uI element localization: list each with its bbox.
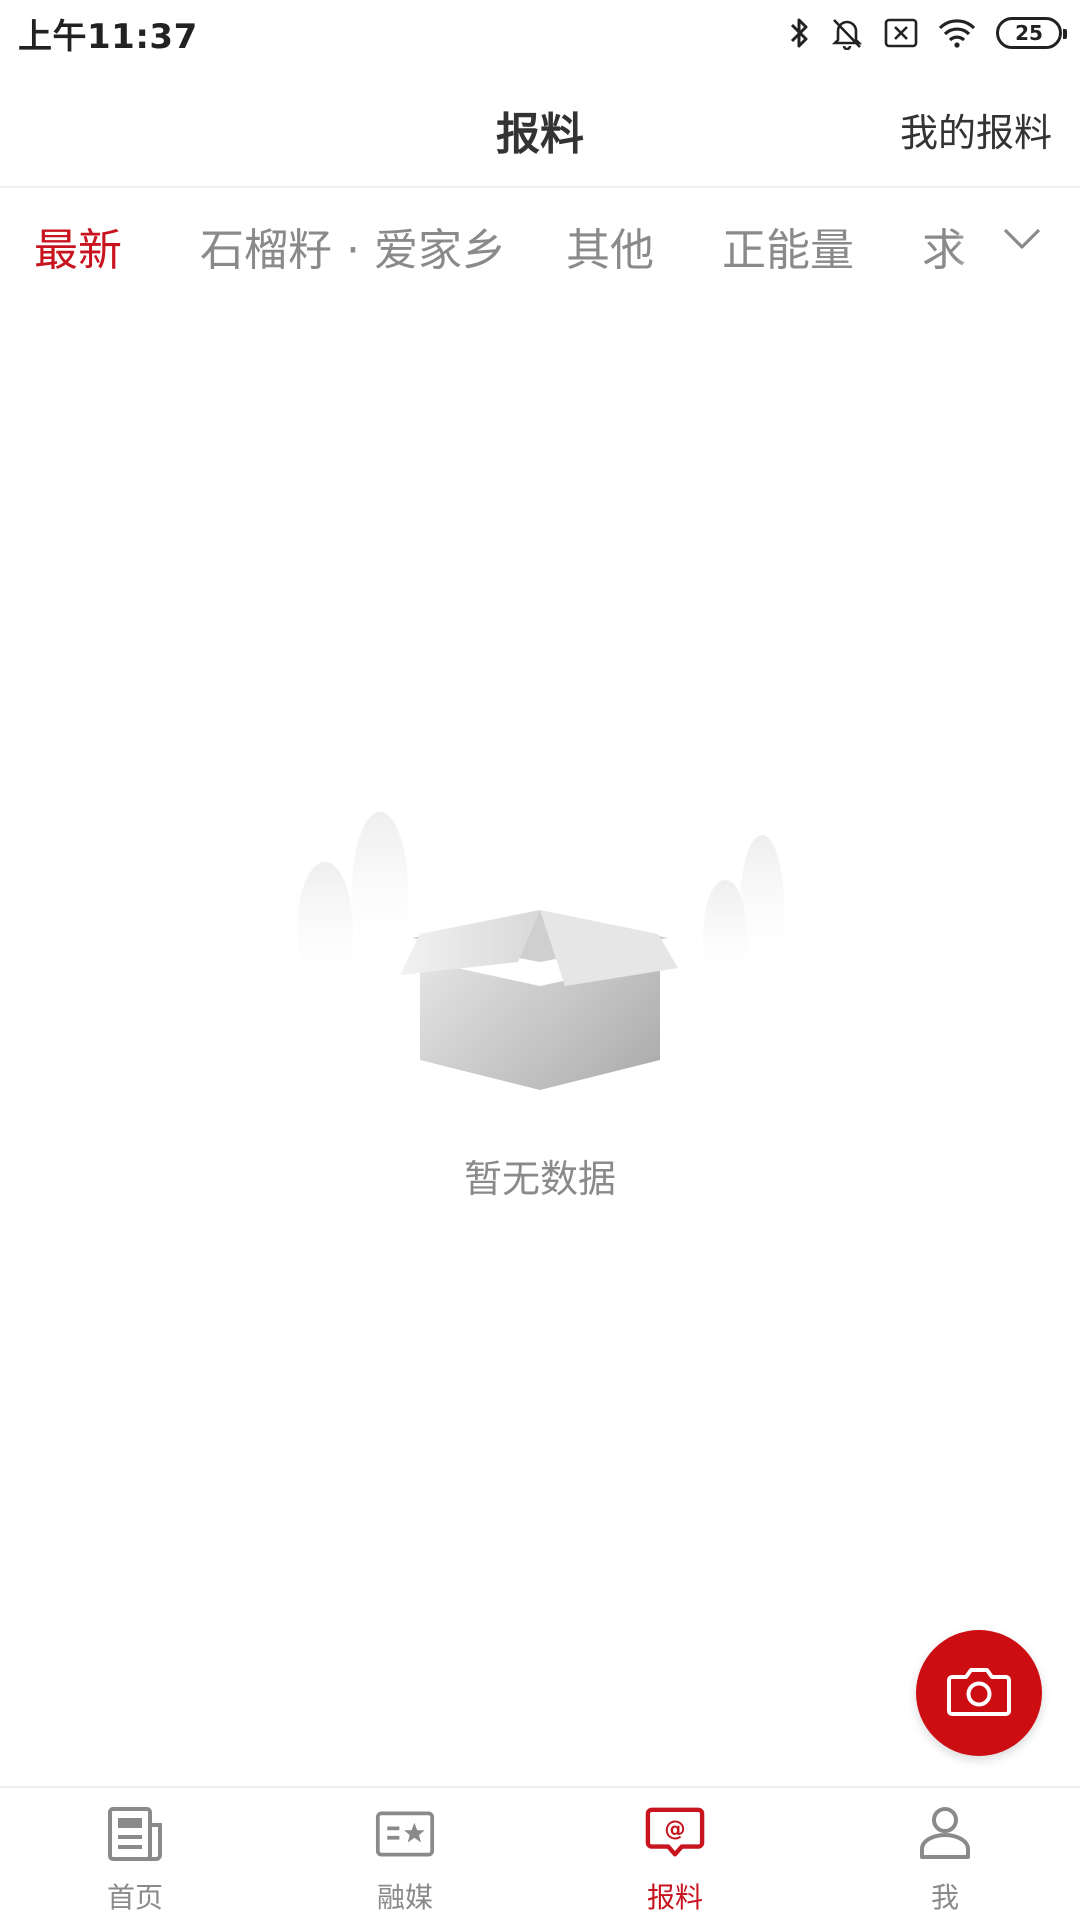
nav-report-label: 报料 bbox=[646, 1881, 703, 1914]
screen: 上午11:37 25 报料 我的报料 最新 石榴籽 · 爱家乡 其他 正能量 求… bbox=[0, 0, 1080, 1920]
chevron-down-icon bbox=[1002, 227, 1042, 255]
user-icon bbox=[915, 1804, 975, 1864]
wifi-icon bbox=[938, 18, 976, 48]
empty-state bbox=[290, 810, 790, 1090]
bluetooth-icon bbox=[788, 16, 810, 50]
report-chat-icon: @ bbox=[645, 1804, 705, 1864]
tab-latest[interactable]: 最新 bbox=[34, 214, 122, 278]
category-tabs: 最新 石榴籽 · 爱家乡 其他 正能量 求 bbox=[0, 188, 1080, 292]
nav-home[interactable]: 首页 bbox=[0, 1788, 270, 1920]
my-reports-link[interactable]: 我的报料 bbox=[900, 102, 1052, 157]
news-icon bbox=[105, 1804, 165, 1864]
status-time: 上午11:37 bbox=[18, 16, 198, 57]
title-bar: 报料 我的报料 bbox=[0, 66, 1080, 188]
empty-state-text: 暂无数据 bbox=[463, 1157, 616, 1201]
media-card-icon bbox=[375, 1804, 435, 1864]
sim-x-icon bbox=[884, 18, 918, 48]
empty-box-icon bbox=[290, 812, 790, 1094]
nav-home-label: 首页 bbox=[106, 1881, 163, 1914]
camera-fab-button[interactable] bbox=[916, 1630, 1042, 1756]
svg-text:@: @ bbox=[664, 1817, 685, 1842]
nav-report[interactable]: @ 报料 bbox=[540, 1788, 810, 1920]
bottom-nav: 首页 融媒 @ 报料 我 bbox=[0, 1786, 1080, 1920]
nav-me-label: 我 bbox=[930, 1881, 959, 1914]
nav-media-label: 融媒 bbox=[376, 1881, 433, 1914]
status-icons: 25 bbox=[788, 16, 1067, 50]
nav-me[interactable]: 我 bbox=[810, 1788, 1080, 1920]
status-bar: 上午11:37 25 bbox=[0, 0, 1080, 66]
nav-media[interactable]: 融媒 bbox=[270, 1788, 540, 1920]
camera-icon bbox=[946, 1665, 1012, 1721]
battery-icon: 25 bbox=[996, 17, 1067, 49]
mute-bell-icon bbox=[830, 16, 864, 50]
tabs-more-button[interactable] bbox=[994, 218, 1050, 264]
tab-other[interactable]: 其他 bbox=[566, 214, 654, 278]
battery-level: 25 bbox=[1015, 21, 1043, 45]
tabs-fade bbox=[954, 188, 994, 292]
tab-positive-energy[interactable]: 正能量 bbox=[722, 214, 854, 278]
tab-pomegranate-hometown[interactable]: 石榴籽 · 爱家乡 bbox=[200, 214, 506, 278]
